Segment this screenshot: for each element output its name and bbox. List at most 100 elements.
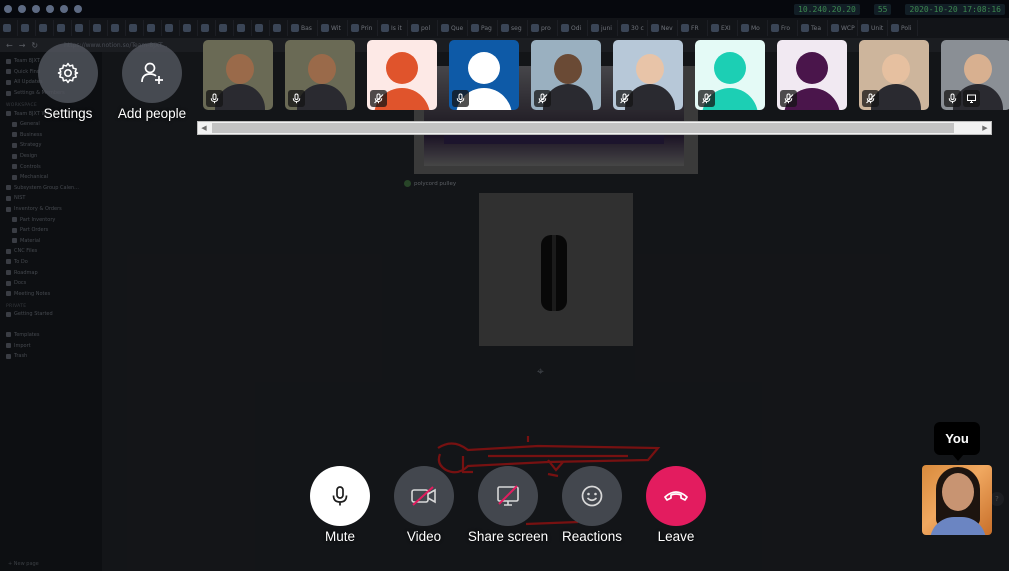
- workspace-dot-icon[interactable]: [32, 5, 40, 13]
- browser-tab[interactable]: [90, 20, 108, 36]
- sidebar-item[interactable]: Templates: [6, 330, 102, 341]
- sidebar-item[interactable]: CNC Files: [6, 246, 102, 257]
- sidebar-item[interactable]: Strategy: [6, 140, 102, 151]
- sidebar-item[interactable]: Roadmap: [6, 267, 102, 278]
- sidebar-item[interactable]: Import: [6, 340, 102, 351]
- sidebar-item[interactable]: Part Orders: [6, 225, 102, 236]
- browser-tab[interactable]: Odi: [558, 20, 588, 36]
- participant-tile[interactable]: [941, 40, 1009, 110]
- browser-tab[interactable]: Is it: [378, 20, 408, 36]
- settings-button[interactable]: [38, 43, 98, 103]
- browser-tab[interactable]: pol: [408, 20, 438, 36]
- browser-tab[interactable]: [0, 20, 18, 36]
- browser-tab[interactable]: [180, 20, 198, 36]
- browser-tab[interactable]: Prin: [348, 20, 378, 36]
- browser-tab[interactable]: [108, 20, 126, 36]
- self-video-tile[interactable]: [922, 465, 992, 535]
- participant-tile[interactable]: [449, 40, 519, 110]
- browser-tab[interactable]: Tea: [798, 20, 828, 36]
- sidebar-item[interactable]: Trash: [6, 351, 102, 362]
- participant-tile[interactable]: [531, 40, 601, 110]
- browser-tab[interactable]: [216, 20, 234, 36]
- microphone-icon: [332, 486, 348, 506]
- browser-tab[interactable]: [234, 20, 252, 36]
- workspace-dot-icon[interactable]: [60, 5, 68, 13]
- browser-tab[interactable]: 30 c: [618, 20, 648, 36]
- participant-tile[interactable]: [859, 40, 929, 110]
- reactions-button[interactable]: [562, 466, 622, 526]
- browser-tab[interactable]: Nev: [648, 20, 678, 36]
- participant-tile[interactable]: [203, 40, 273, 110]
- browser-tab[interactable]: Poli: [888, 20, 918, 36]
- browser-tab[interactable]: [18, 20, 36, 36]
- scroll-right-icon[interactable]: ▶: [980, 123, 990, 133]
- page-icon: [6, 206, 11, 212]
- share-screen-button[interactable]: [478, 466, 538, 526]
- sidebar-item[interactable]: Part Inventory: [6, 214, 102, 225]
- mic-status-badge: [288, 90, 305, 107]
- participant-tile[interactable]: [285, 40, 355, 110]
- browser-tab[interactable]: Unit: [858, 20, 888, 36]
- browser-tab[interactable]: [198, 20, 216, 36]
- mute-button[interactable]: [310, 466, 370, 526]
- participant-tile[interactable]: [613, 40, 683, 110]
- browser-tab[interactable]: Wit: [318, 20, 348, 36]
- add-people-button[interactable]: [122, 43, 182, 103]
- reload-icon[interactable]: ↻: [31, 41, 38, 50]
- browser-tab[interactable]: Bas: [288, 20, 318, 36]
- browser-tab[interactable]: [270, 20, 288, 36]
- browser-tab[interactable]: Pag: [468, 20, 498, 36]
- browser-tab[interactable]: [252, 20, 270, 36]
- browser-tab[interactable]: [36, 20, 54, 36]
- new-page-button[interactable]: + New page: [8, 561, 39, 567]
- sidebar-item[interactable]: NIST: [6, 193, 102, 204]
- browser-tab[interactable]: EXI: [708, 20, 738, 36]
- participant-tile[interactable]: [695, 40, 765, 110]
- browser-tab[interactable]: juni: [588, 20, 618, 36]
- participant-tile[interactable]: [777, 40, 847, 110]
- workspace-dot-icon[interactable]: [46, 5, 54, 13]
- browser-tab[interactable]: seg: [498, 20, 528, 36]
- browser-tab[interactable]: [144, 20, 162, 36]
- sidebar-item[interactable]: Controls: [6, 161, 102, 172]
- workspace-dot-icon[interactable]: [4, 5, 12, 13]
- leave-label: Leave: [657, 529, 695, 544]
- browser-tab[interactable]: [126, 20, 144, 36]
- forward-icon[interactable]: →: [19, 41, 26, 50]
- sidebar-item-label: Roadmap: [14, 269, 38, 276]
- tab-favicon-icon: [273, 24, 281, 32]
- tab-title: WCP: [841, 24, 855, 32]
- back-icon[interactable]: ←: [6, 41, 13, 50]
- browser-tab[interactable]: [162, 20, 180, 36]
- leave-button[interactable]: [646, 466, 706, 526]
- browser-tab[interactable]: WCP: [828, 20, 858, 36]
- scroll-left-icon[interactable]: ◀: [199, 123, 209, 133]
- browser-tab[interactable]: [54, 20, 72, 36]
- sidebar-item-label: Part Inventory: [20, 216, 56, 223]
- sidebar-item-label: To Do: [14, 258, 28, 265]
- participant-scrollbar[interactable]: ◀ ▶: [197, 121, 992, 135]
- sidebar-item[interactable]: Material: [6, 236, 102, 247]
- sidebar-item[interactable]: Inventory & Orders: [6, 204, 102, 215]
- browser-tab[interactable]: Mo: [738, 20, 768, 36]
- browser-tab[interactable]: Que: [438, 20, 468, 36]
- browser-tab[interactable]: [72, 20, 90, 36]
- workspace-dot-icon[interactable]: [18, 5, 26, 13]
- participant-tile[interactable]: [367, 40, 437, 110]
- sidebar-item[interactable]: Getting Started: [6, 309, 102, 320]
- sidebar-item[interactable]: To Do: [6, 257, 102, 268]
- sidebar-item[interactable]: Subsystem Group Calen...: [6, 183, 102, 194]
- sidebar-item[interactable]: Docs: [6, 278, 102, 289]
- browser-tab[interactable]: FR: [678, 20, 708, 36]
- sidebar-item[interactable]: Mechanical: [6, 172, 102, 183]
- help-button[interactable]: ?: [990, 492, 1004, 506]
- tab-favicon-icon: [771, 24, 779, 32]
- browser-tab[interactable]: pro: [528, 20, 558, 36]
- sidebar-item[interactable]: Meeting Notes: [6, 288, 102, 299]
- sidebar-item[interactable]: Business: [6, 130, 102, 141]
- sidebar-item[interactable]: Design: [6, 151, 102, 162]
- scrollbar-thumb[interactable]: [212, 123, 954, 133]
- video-button[interactable]: [394, 466, 454, 526]
- browser-tab[interactable]: Fro: [768, 20, 798, 36]
- workspace-dot-icon[interactable]: [74, 5, 82, 13]
